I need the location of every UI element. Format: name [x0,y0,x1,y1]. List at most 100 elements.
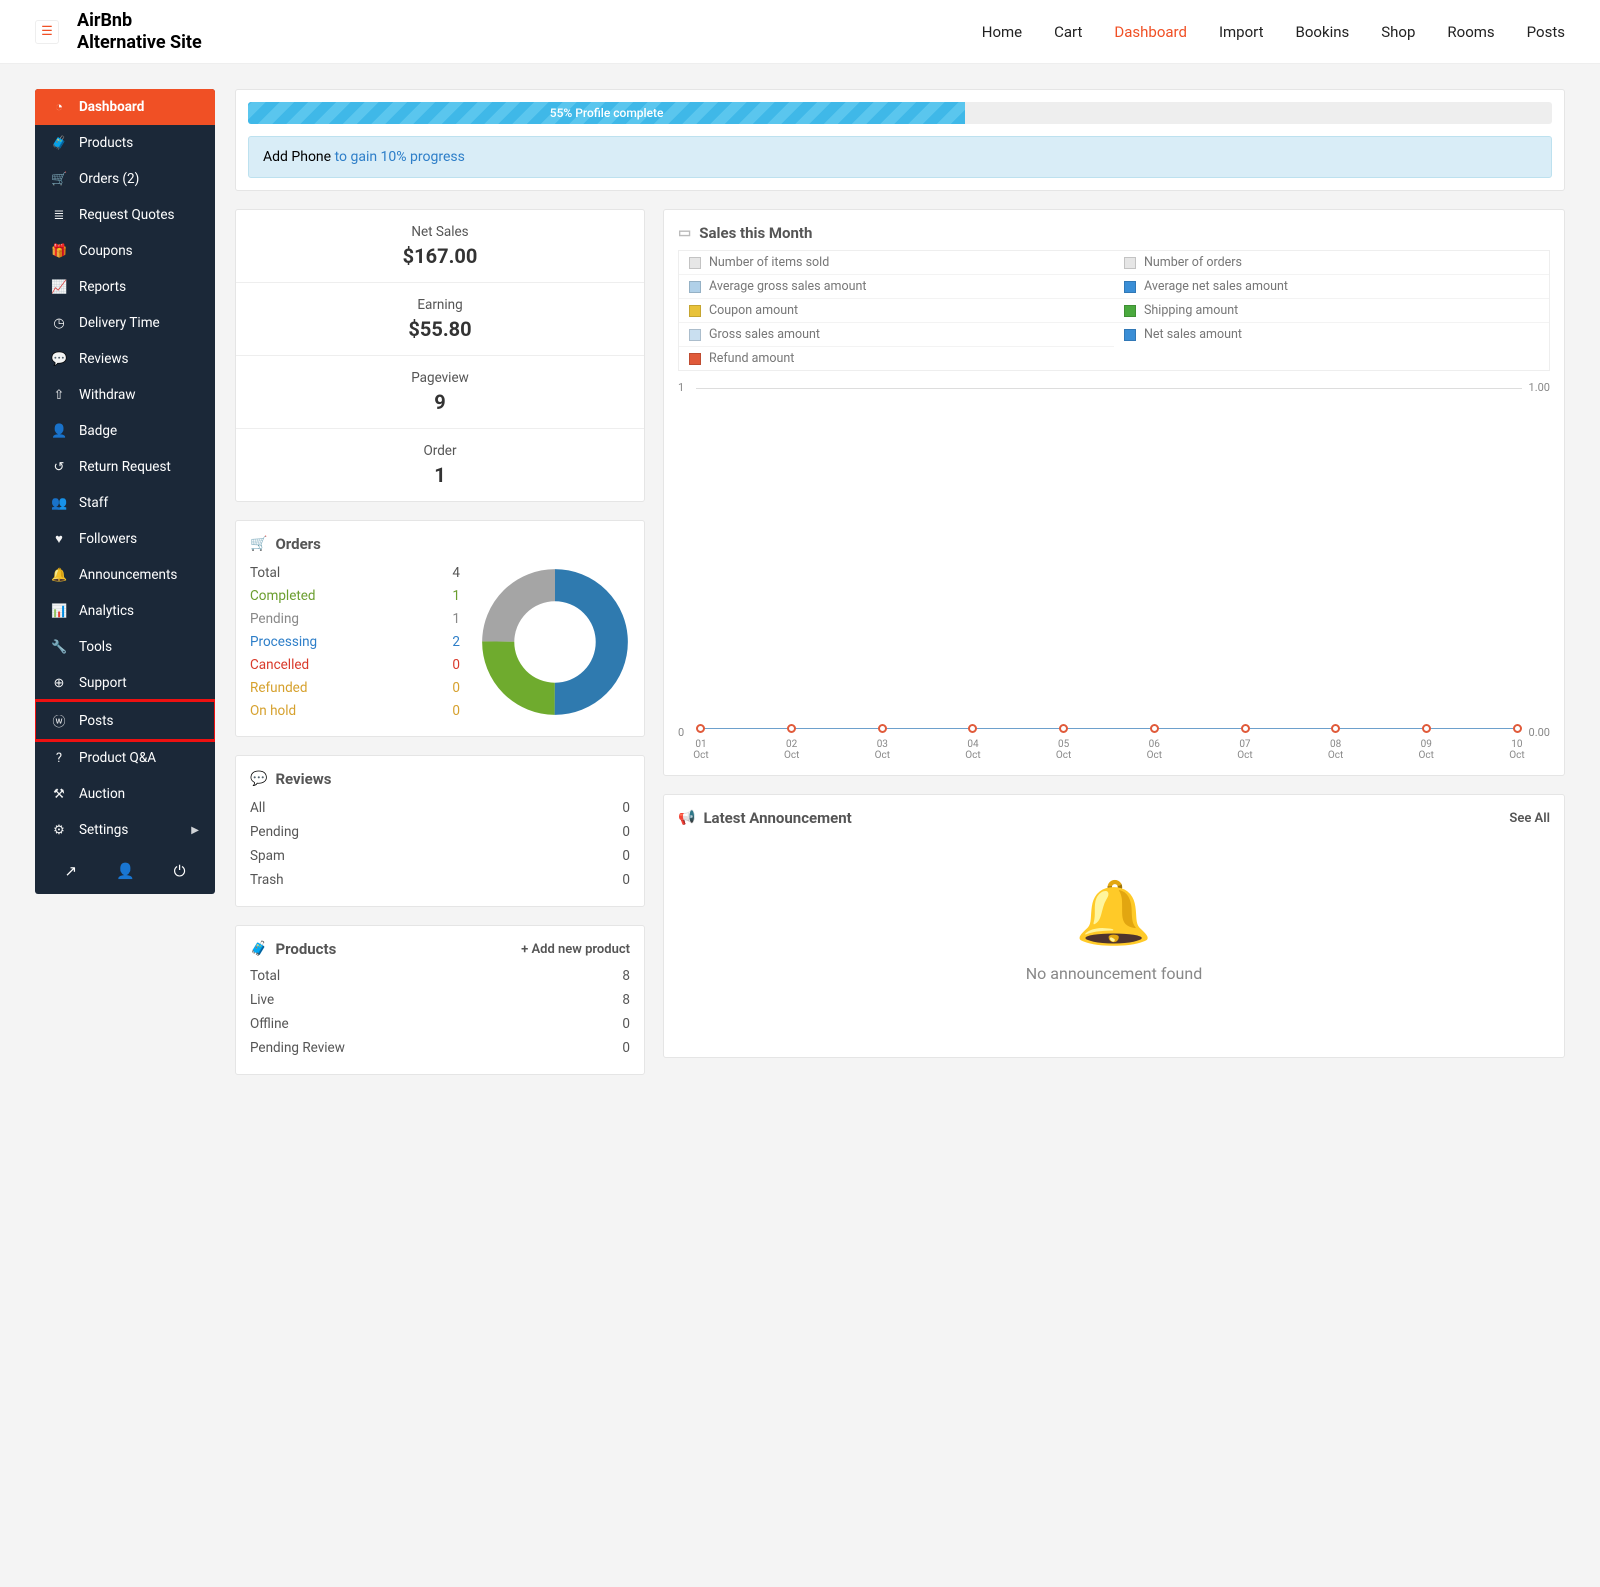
external-icon[interactable]: ↗ [64,862,77,880]
sidebar-item-posts[interactable]: ⓦPosts [35,701,215,740]
sidebar-item-auction[interactable]: ⚒Auction [35,776,215,812]
sidebar-label: Return Request [79,459,171,475]
legend-item[interactable]: Shipping amount [1114,299,1549,323]
stats-card: Net Sales$167.00Earning$55.80Pageview9Or… [235,209,645,502]
sidebar-item-analytics[interactable]: 📊Analytics [35,593,215,629]
nav-home[interactable]: Home [982,23,1022,41]
legend-item[interactable]: Refund amount [679,347,1114,370]
x-label: 05Oct [1055,739,1073,761]
legend-item[interactable]: Average gross sales amount [679,275,1114,299]
stat-label: Pageview [250,370,630,386]
sidebar-icon: ≣ [51,208,67,223]
progress-label: 55% Profile complete [550,106,664,120]
sidebar-item-return-request[interactable]: ↺Return Request [35,449,215,485]
list-row: Total4 [250,561,460,584]
products-list: Total8Live8Offline0Pending Review0 [250,964,630,1060]
list-row: Pending1 [250,607,460,630]
swatch-icon [689,329,701,341]
nav-import[interactable]: Import [1219,23,1264,41]
list-row: Cancelled0 [250,653,460,676]
tip-link[interactable]: to gain 10% progress [335,149,465,165]
sidebar-item-reviews[interactable]: 💬Reviews [35,341,215,377]
sidebar-item-badge[interactable]: 👤Badge [35,413,215,449]
row-value: 2 [452,634,460,650]
sidebar-icon: 💬 [51,352,67,367]
row-label: Processing [250,634,317,650]
nav-rooms[interactable]: Rooms [1447,23,1494,41]
stat-earning: Earning$55.80 [236,283,644,356]
add-product-link[interactable]: + Add new product [521,942,630,957]
reviews-list: All0Pending0Spam0Trash0 [250,796,630,892]
sidebar-item-dashboard[interactable]: ◔Dashboard [35,89,215,125]
stat-label: Order [250,443,630,459]
tip-text: Add Phone [263,149,335,165]
sidebar-item-followers[interactable]: ♥Followers [35,521,215,557]
sidebar-item-product-q-a[interactable]: ?Product Q&A [35,740,215,776]
list-row: All0 [250,796,630,820]
sidebar-item-orders-2-[interactable]: 🛒 Orders (2) [35,161,215,197]
nav-posts[interactable]: Posts [1527,23,1565,41]
x-label: 01Oct [692,739,710,761]
legend-label: Gross sales amount [709,327,820,342]
list-row: Pending Review0 [250,1036,630,1060]
chat-icon: 💬 [250,771,267,787]
swatch-icon [689,305,701,317]
nav-shop[interactable]: Shop [1381,23,1415,41]
sidebar-item-announcements[interactable]: 🔔 Announcements [35,557,215,593]
sidebar-item-tools[interactable]: 🔧Tools [35,629,215,665]
reviews-card: 💬Reviews All0Pending0Spam0Trash0 [235,755,645,907]
see-all-link[interactable]: See All [1509,811,1550,826]
orders-donut-chart [480,567,630,717]
nav-bookins[interactable]: Bookins [1296,23,1350,41]
cart-icon: 🛒 [250,536,267,552]
legend-item[interactable]: Number of orders [1114,251,1549,275]
row-value: 8 [622,968,630,984]
sidebar-icon: 🔔 [51,568,67,583]
sidebar-label: Delivery Time [79,315,160,331]
data-point [968,724,977,733]
legend-item[interactable]: Gross sales amount [679,323,1114,347]
sidebar-item-withdraw[interactable]: ⇧Withdraw [35,377,215,413]
x-label: 08Oct [1327,739,1345,761]
x-label: 03Oct [873,739,891,761]
sidebar: ◔Dashboard🧳Products 🛒 Orders (2) ≣Request Q… [35,89,215,894]
sidebar-item-settings[interactable]: ⚙Settings▶ [35,812,215,848]
sales-chart: 1 1.00 0 0.00 01Oct02Oct03Oct04Oct05Oct0… [678,381,1550,761]
announcement-card: 📢Latest Announcement See All 🔔 No announ… [663,794,1565,1058]
legend-label: Coupon amount [709,303,798,318]
sidebar-item-reports[interactable]: 📈Reports [35,269,215,305]
legend-label: Shipping amount [1144,303,1238,318]
brand-line1: AirBnb [77,10,202,32]
sidebar-item-support[interactable]: ⊕Support [35,665,215,701]
swatch-icon [1124,329,1136,341]
sidebar-label: Coupons [79,243,133,259]
row-value: 1 [452,588,460,604]
sidebar-item-delivery-time[interactable]: ◷Delivery Time [35,305,215,341]
sidebar-item-staff[interactable]: 👥Staff [35,485,215,521]
list-row: Spam0 [250,844,630,868]
user-icon[interactable]: 👤 [116,862,135,880]
sidebar-icon: 🛒 [51,172,67,187]
data-point [1422,724,1431,733]
row-label: Offline [250,1016,289,1032]
legend-item[interactable]: Coupon amount [679,299,1114,323]
sidebar-item-products[interactable]: 🧳Products [35,125,215,161]
legend-item[interactable]: Net sales amount [1114,323,1549,346]
legend-item[interactable]: Number of items sold [679,251,1114,275]
sidebar-label: Announcements [79,567,177,583]
power-icon[interactable]: ⏻ [174,862,186,880]
legend-item[interactable]: Average net sales amount [1114,275,1549,299]
sidebar-item-request-quotes[interactable]: ≣Request Quotes [35,197,215,233]
row-label: All [250,800,265,816]
menu-toggle-button[interactable]: ☰ [35,20,59,44]
nav-cart[interactable]: Cart [1054,23,1082,41]
row-label: On hold [250,703,296,719]
sidebar-item-coupons[interactable]: 🎁Coupons [35,233,215,269]
row-label: Pending Review [250,1040,345,1056]
sidebar-label: Orders (2) [79,171,139,187]
sidebar-label: Withdraw [79,387,136,403]
row-value: 0 [452,680,460,696]
sidebar-icon: ◔ [51,99,67,115]
orders-title: Orders [275,535,320,553]
nav-dashboard[interactable]: Dashboard [1114,23,1187,41]
